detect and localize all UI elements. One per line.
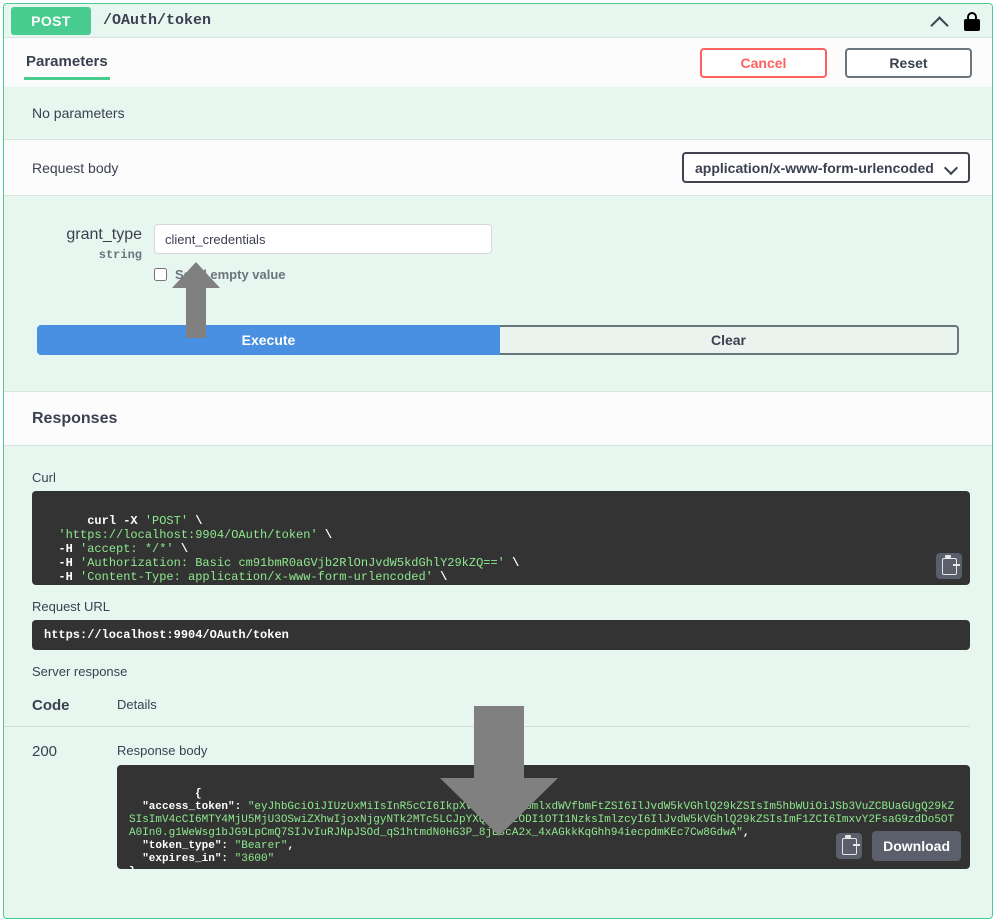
content-type-select-wrapper: application/x-www-form-urlencoded	[682, 152, 970, 183]
lock-body	[964, 19, 980, 31]
parameters-tabbar: Parameters Cancel Reset	[4, 37, 992, 87]
param-name-grant-type: grant_type	[32, 226, 142, 244]
column-header-details: Details	[117, 697, 157, 714]
copy-glyph	[842, 838, 857, 855]
copy-icon[interactable]	[936, 553, 962, 579]
responses-header: Responses	[4, 391, 992, 446]
copy-icon[interactable]	[836, 833, 862, 859]
param-name-column: grant_type string	[32, 224, 154, 282]
operation-header-icons	[930, 11, 982, 31]
download-button[interactable]: Download	[872, 831, 961, 861]
operation-block: POST /OAuth/token Parameters Cancel Rese…	[3, 3, 993, 919]
tabbar-actions: Cancel Reset	[700, 48, 972, 78]
response-body-actions: Download	[836, 831, 961, 861]
response-status-code: 200	[32, 743, 117, 869]
server-response-label: Server response	[4, 664, 992, 679]
response-body-code-block: { "access_token": "eyJhbGciOiJIUzUxMiIsI…	[117, 765, 970, 869]
curl-code-block: curl -X 'POST' \ 'https://localhost:9904…	[32, 491, 970, 585]
tab-parameters[interactable]: Parameters	[26, 39, 108, 86]
parameter-area: grant_type string Send empty value Execu…	[4, 196, 992, 391]
responses-body: Curl curl -X 'POST' \ 'https://localhost…	[4, 446, 992, 869]
send-empty-value-label[interactable]: Send empty value	[175, 267, 286, 282]
request-body-label: Request body	[32, 160, 118, 176]
grant-type-input[interactable]	[154, 224, 492, 254]
response-row: 200 Response body { "access_token": "eyJ…	[4, 743, 992, 869]
chevron-up-icon[interactable]	[930, 14, 950, 28]
execute-button[interactable]: Execute	[37, 325, 500, 355]
send-empty-value-row: Send empty value	[154, 267, 992, 282]
operation-path: /OAuth/token	[103, 12, 930, 29]
request-url-label: Request URL	[4, 599, 992, 614]
copy-glyph	[942, 558, 957, 575]
no-parameters-text: No parameters	[4, 87, 992, 139]
response-details: Response body { "access_token": "eyJhbGc…	[117, 743, 992, 869]
response-table-header: Code Details	[4, 697, 970, 727]
curl-label: Curl	[4, 470, 992, 485]
cancel-button[interactable]: Cancel	[700, 48, 827, 78]
response-body-text: { "access_token": "eyJhbGciOiJIUzUxMiIsI…	[129, 788, 954, 869]
operation-summary-header[interactable]: POST /OAuth/token	[4, 4, 992, 37]
http-method-badge: POST	[11, 7, 91, 35]
response-body-label: Response body	[117, 743, 970, 758]
responses-title: Responses	[32, 410, 117, 428]
request-url-block: https://localhost:9904/OAuth/token	[32, 620, 970, 650]
param-type-grant-type: string	[32, 248, 142, 262]
grant-type-param-row: grant_type string Send empty value	[4, 224, 992, 282]
content-type-select[interactable]: application/x-www-form-urlencoded	[682, 152, 970, 183]
clear-button[interactable]: Clear	[500, 325, 959, 355]
execute-clear-row: Execute Clear	[4, 325, 992, 355]
reset-button[interactable]: Reset	[845, 48, 972, 78]
lock-icon[interactable]	[964, 11, 980, 31]
param-input-column: Send empty value	[154, 224, 992, 282]
send-empty-value-checkbox[interactable]	[154, 268, 167, 281]
column-header-code: Code	[32, 697, 117, 714]
request-body-row: Request body application/x-www-form-urle…	[4, 139, 992, 196]
curl-command-text: curl -X 'POST' \ 'https://localhost:9904…	[44, 514, 519, 585]
